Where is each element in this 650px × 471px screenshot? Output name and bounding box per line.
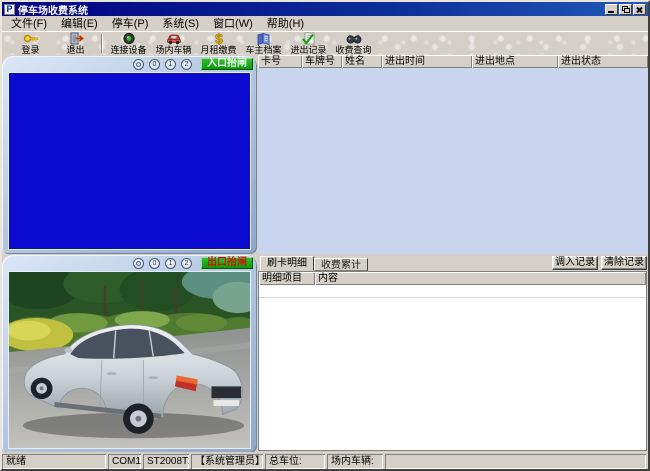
entry-camera-panel: 0 1 2 入口抬闸 (2, 56, 257, 254)
status-vehicles-in-lot: 场内车辆: (327, 454, 383, 469)
owner-records-button[interactable]: 车主档案 (241, 32, 286, 55)
column-status[interactable]: 进出状态 (558, 55, 648, 68)
records-table-body[interactable] (258, 68, 648, 254)
status-device-model: ST2008T2 (143, 454, 189, 469)
status-total-spaces: 总车位: (265, 454, 325, 469)
menu-system[interactable]: 系统(S) (155, 18, 206, 31)
toolbar-label: 场内车辆 (155, 46, 191, 55)
entry-channel-2-button[interactable]: 2 (181, 59, 192, 70)
column-detail-item[interactable]: 明细项目 (259, 272, 315, 285)
menu-bar: 文件(F) 编辑(E) 停车(P) 系统(S) 窗口(W) 帮助(H) (2, 17, 648, 31)
detail-empty-row[interactable] (259, 285, 646, 298)
toolbar-label: 月租缴费 (200, 46, 236, 55)
detail-table-header: 明细项目 内容 (259, 272, 646, 285)
detail-table: 明细项目 内容 (258, 271, 647, 451)
status-ready: 就绪 (2, 454, 106, 469)
channel-ring-icon[interactable] (133, 59, 144, 70)
status-extra (385, 454, 646, 469)
status-operator: 【系统管理员】 (191, 454, 263, 469)
column-card-no[interactable]: 卡号 (258, 55, 302, 68)
owner-records-icon (256, 32, 272, 45)
exit-camera-panel: 0 1 2 出口抬闸 (2, 255, 257, 453)
restore-button[interactable] (619, 4, 632, 15)
entry-channel-0-button[interactable]: 0 (149, 59, 160, 70)
exit-door-icon (68, 32, 84, 45)
svg-text:$: $ (215, 32, 223, 45)
monthly-fee-button[interactable]: $ 月租缴费 (196, 32, 241, 55)
menu-edit[interactable]: 编辑(E) (54, 18, 105, 31)
toolbar-label: 登录 (21, 46, 39, 55)
minimize-button[interactable] (605, 4, 618, 15)
column-location[interactable]: 进出地点 (472, 55, 558, 68)
toolbar-label: 进出记录 (290, 46, 326, 55)
toolbar-label: 退出 (66, 46, 84, 55)
toolbar-label: 连接设备 (110, 46, 146, 55)
entry-exit-records-button[interactable]: 进出记录 (286, 32, 331, 55)
vehicles-in-lot-icon (166, 32, 182, 45)
entry-gate-open-button[interactable]: 入口抬闸 (201, 58, 253, 70)
logout-button[interactable]: 退出 (53, 32, 98, 55)
channel-ring-icon[interactable] (133, 258, 144, 269)
column-time[interactable]: 进出时间 (382, 55, 472, 68)
exit-channel-2-button[interactable]: 2 (181, 258, 192, 269)
column-content[interactable]: 内容 (315, 272, 646, 285)
entry-channel-1-button[interactable]: 1 (165, 59, 176, 70)
menu-help[interactable]: 帮助(H) (260, 18, 311, 31)
menu-window[interactable]: 窗口(W) (206, 18, 260, 31)
entry-video-feed (8, 72, 251, 250)
connect-device-icon (121, 32, 137, 45)
fee-query-button[interactable]: 收费查询 (331, 32, 376, 55)
exit-gate-open-button[interactable]: 出口抬闸 (201, 257, 253, 269)
records-table-header: 卡号 车牌号 姓名 进出时间 进出地点 进出状态 (258, 55, 648, 68)
clear-records-button[interactable]: 清除记录 (601, 256, 647, 270)
login-button[interactable]: 登录 (8, 32, 53, 55)
key-icon (23, 32, 39, 45)
toolbar-label: 收费查询 (335, 46, 371, 55)
entry-camera-header: 0 1 2 入口抬闸 (2, 56, 257, 70)
connect-device-button[interactable]: 连接设备 (106, 32, 151, 55)
fee-query-binoculars-icon (346, 32, 362, 45)
column-plate-no[interactable]: 车牌号 (302, 55, 342, 68)
load-records-button[interactable]: 调入记录 (552, 256, 598, 270)
title-bar[interactable]: P 停车场收费系统 (2, 2, 648, 16)
menu-parking[interactable]: 停车(P) (105, 18, 156, 31)
exit-camera-photo (8, 271, 251, 449)
exit-channel-1-button[interactable]: 1 (165, 258, 176, 269)
detail-tabstrip: 刷卡明细 收费累计 调入记录 清除记录 (258, 254, 648, 271)
exit-channel-0-button[interactable]: 0 (149, 258, 160, 269)
status-com-port: COM1 (108, 454, 141, 469)
toolbar-separator (101, 34, 103, 53)
vehicles-in-lot-button[interactable]: 场内车辆 (151, 32, 196, 55)
window-title: 停车场收费系统 (18, 2, 604, 17)
column-name[interactable]: 姓名 (342, 55, 382, 68)
detail-section: 刷卡明细 收费累计 调入记录 清除记录 明细项目 内容 (258, 254, 648, 452)
app-icon: P (4, 4, 15, 15)
entry-exit-records-icon (301, 32, 317, 45)
app-window: P 停车场收费系统 文件(F) 编辑(E) 停车(P) 系统(S) 窗口(W) … (0, 0, 650, 471)
dollar-icon: $ (211, 32, 227, 45)
exit-photo-car-scene (9, 272, 250, 448)
toolbar: 登录 退出 连接设备 (2, 31, 648, 55)
tab-fee-total[interactable]: 收费累计 (314, 258, 368, 271)
menu-file[interactable]: 文件(F) (4, 18, 54, 31)
minimize-icon (608, 11, 614, 13)
close-button[interactable] (633, 4, 646, 15)
status-bar: 就绪 COM1 ST2008T2 【系统管理员】 总车位: 场内车辆: (2, 452, 648, 469)
toolbar-label: 车主档案 (245, 46, 281, 55)
records-table: 卡号 车牌号 姓名 进出时间 进出地点 进出状态 (258, 55, 648, 254)
exit-camera-header: 0 1 2 出口抬闸 (2, 255, 257, 269)
main-area: 0 1 2 入口抬闸 0 1 2 出口抬闸 (2, 55, 648, 452)
tab-card-detail[interactable]: 刷卡明细 (260, 256, 314, 271)
